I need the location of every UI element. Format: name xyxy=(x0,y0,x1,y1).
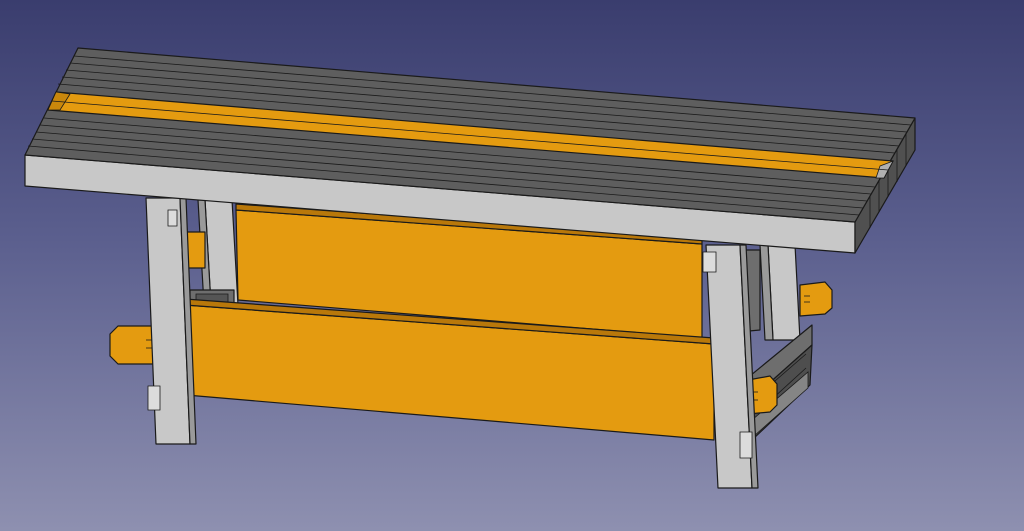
3d-viewport[interactable] xyxy=(0,0,1024,531)
right-tenon-upper[interactable] xyxy=(799,281,833,317)
workbench-model[interactable] xyxy=(0,0,1024,531)
left-tenon-front[interactable] xyxy=(109,325,156,365)
back-right-leg[interactable] xyxy=(759,244,801,341)
